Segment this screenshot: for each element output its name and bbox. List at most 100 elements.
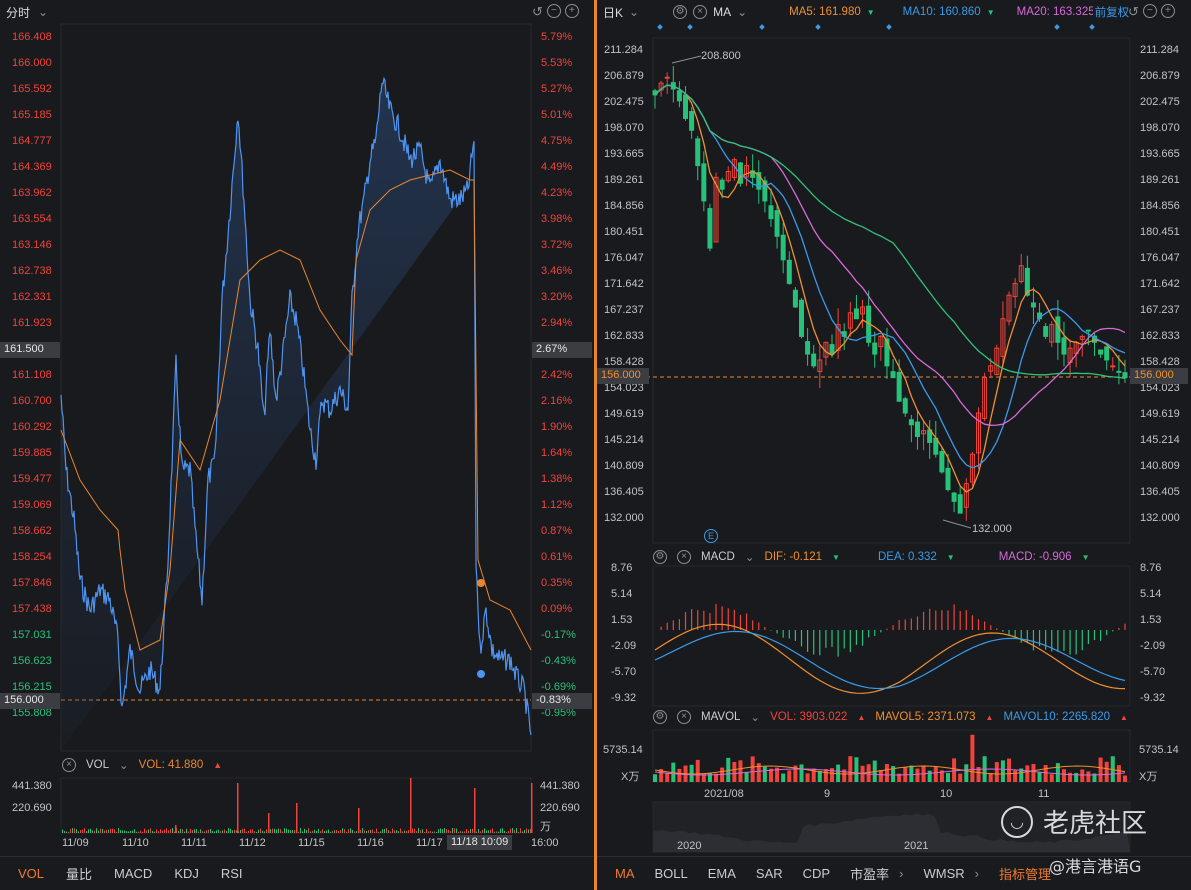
volume-bar (224, 829, 225, 833)
tab-boll[interactable]: BOLL (655, 866, 688, 881)
tab-macd[interactable]: MACD (114, 866, 152, 881)
volume-bar (326, 830, 327, 833)
volume-bar (202, 831, 203, 833)
volume-bar (428, 831, 429, 833)
volume-bar (230, 828, 231, 833)
tab-cdp[interactable]: CDP (803, 866, 830, 881)
volume-bar (84, 828, 85, 833)
volume-bar (368, 830, 369, 833)
volume-bar (762, 766, 767, 782)
candle-body (786, 259, 792, 284)
percent-tick-label: 1.64% (541, 447, 573, 459)
volume-bar (144, 828, 145, 833)
tab-pe-ratio[interactable]: 市盈率 (850, 864, 889, 883)
volume-bar (262, 830, 263, 833)
volume-bar (172, 828, 173, 833)
volume-bar (334, 830, 335, 833)
low-price-annotation: 132.000 (972, 523, 1012, 535)
price-tick-label: 163.962 (12, 187, 52, 199)
tab-wmsr[interactable]: WMSR (923, 866, 964, 881)
volume-bar (464, 831, 465, 833)
mavol-indicator-name[interactable]: MAVOL (701, 711, 740, 723)
earnings-marker-icon[interactable]: E (704, 529, 718, 543)
volume-bar (236, 830, 237, 833)
intraday-chart[interactable] (0, 0, 594, 890)
volume-bar (146, 830, 147, 833)
mavol10-line (654, 768, 1126, 776)
volume-bar (204, 831, 205, 833)
volume-bar (1061, 769, 1066, 782)
date-label: 11/09 (62, 837, 89, 849)
tab-kdj[interactable]: KDJ (174, 866, 199, 881)
event-marker-icon (886, 24, 892, 30)
tab-rsi[interactable]: RSI (221, 866, 243, 881)
chevron-down-icon[interactable]: ⌄ (750, 710, 760, 724)
volume-bar (460, 831, 461, 833)
price-tick-label: 159.477 (12, 473, 52, 485)
tab-ma[interactable]: MA (615, 866, 635, 881)
macd-indicator-name[interactable]: MACD (701, 551, 735, 563)
volume-bar (184, 831, 185, 833)
gear-icon[interactable]: ⚙ (653, 710, 667, 724)
percent-tick-label: 5.53% (541, 57, 573, 69)
volume-bar (336, 830, 337, 833)
candle-body (945, 467, 951, 491)
percent-tick-label: 0.09% (541, 603, 573, 615)
volume-bar (94, 830, 95, 833)
volume-bar (300, 828, 301, 833)
chevron-right-icon[interactable]: › (975, 866, 979, 881)
volume-bar (364, 830, 365, 833)
close-icon[interactable]: × (677, 550, 691, 564)
kline-panel: 日K ⌄ ⚙ × MA ⌄ MA5: 161.980 ▼ MA10: 160.8… (597, 0, 1191, 890)
tab-sar[interactable]: SAR (756, 866, 783, 881)
volume-bar (356, 831, 357, 833)
cursor-date-tag: 11/18 10:09 (447, 835, 513, 850)
volume-bar (915, 768, 920, 782)
volume-bar (514, 830, 515, 833)
volume-bar (494, 831, 495, 833)
volume-bar (218, 829, 219, 833)
volume-bar (482, 829, 483, 833)
price-tick-label: 198.070 (604, 122, 644, 134)
volume-bar (342, 828, 343, 833)
volume-bar (945, 773, 950, 782)
volume-bar (970, 734, 975, 782)
chevron-right-icon[interactable]: › (899, 866, 903, 881)
volume-bar (470, 829, 471, 833)
volume-bar (126, 831, 127, 833)
close-icon[interactable]: × (677, 710, 691, 724)
down-arrow-icon: ▼ (946, 552, 955, 562)
volume-bar (492, 828, 493, 833)
volume-bar (348, 829, 349, 833)
volume-bar (530, 828, 531, 833)
kline-chart[interactable] (597, 0, 1191, 890)
percent-tick-label: 1.38% (541, 473, 573, 485)
tab-vol[interactable]: VOL (18, 866, 44, 881)
volume-bar (1037, 772, 1042, 782)
percent-tick-label: 4.49% (541, 161, 573, 173)
vol-indicator-name[interactable]: VOL (86, 759, 109, 771)
gear-icon[interactable]: ⚙ (653, 550, 667, 564)
indicator-manager-button[interactable]: 指标管理 (999, 864, 1051, 883)
chevron-down-icon[interactable]: ⌄ (745, 550, 755, 564)
tab-ema[interactable]: EMA (708, 866, 736, 881)
down-arrow-icon: ▼ (1081, 552, 1090, 562)
volume-bar (884, 764, 889, 782)
candle-body (914, 421, 920, 438)
vol-value: VOL: 41.880 (138, 759, 204, 771)
volume-bar (1049, 774, 1054, 782)
volume-bar (518, 831, 519, 833)
chevron-down-icon[interactable]: ⌄ (119, 758, 129, 772)
volume-bar (496, 831, 497, 833)
volume-bar (288, 829, 289, 833)
close-icon[interactable]: × (62, 758, 76, 772)
macd-tick-label: 8.76 (1140, 562, 1162, 574)
price-tick-label: 158.428 (604, 356, 644, 368)
volume-bar (108, 829, 109, 833)
price-tick-label: 189.261 (1140, 174, 1180, 186)
percent-tick-label: 0.35% (541, 577, 573, 589)
volume-bar (228, 828, 229, 833)
vol-axis-top: 441.380 (12, 780, 52, 792)
percent-tick-label: 3.20% (541, 291, 573, 303)
tab-volume-ratio[interactable]: 量比 (66, 864, 92, 883)
